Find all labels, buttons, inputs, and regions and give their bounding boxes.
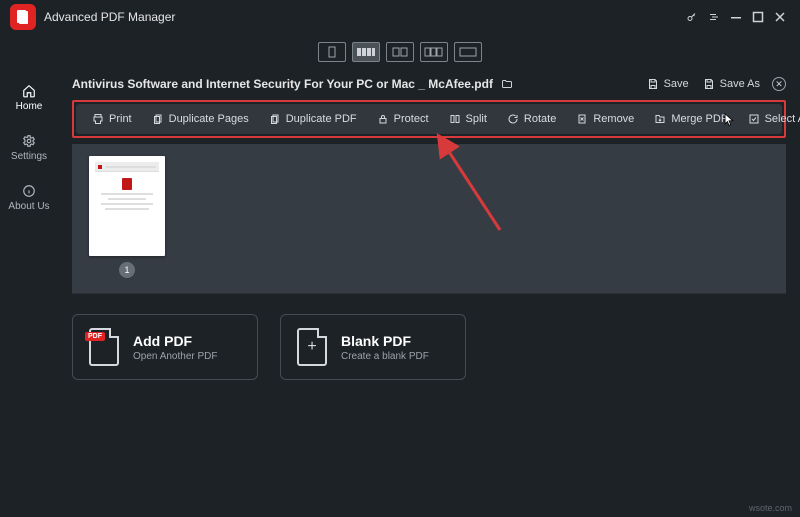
add-pdf-icon: PDF [89,328,119,366]
close-file-button[interactable]: ✕ [772,77,786,91]
toolbar-protect-label: Protect [394,113,429,125]
info-icon [22,184,36,198]
sidebar-label-settings: Settings [11,151,47,162]
toolbar-duplicate-pdf[interactable]: Duplicate PDF [261,110,365,128]
thumb-header [95,162,159,172]
toolbar: Print Duplicate Pages Duplicate PDF Prot… [76,104,782,134]
sidebar-label-home: Home [16,101,43,112]
add-pdf-text: Add PDF Open Another PDF [133,333,218,362]
thumb-body [95,172,159,250]
key-icon[interactable] [686,11,698,23]
app-logo [10,4,36,30]
blank-pdf-title: Blank PDF [341,333,429,349]
view-mode-bar [0,34,800,70]
home-icon [22,84,36,98]
toolbar-print[interactable]: Print [84,110,140,128]
sidebar: Home Settings About Us [0,70,58,517]
toolbar-highlight: Print Duplicate Pages Duplicate PDF Prot… [72,100,786,138]
save-icon [647,78,659,90]
toolbar-duplicate-pages-label: Duplicate Pages [169,113,249,125]
window-controls [686,11,800,23]
toolbar-duplicate-pages[interactable]: Duplicate Pages [144,110,257,128]
sidebar-label-about: About Us [8,201,49,212]
app-window: Advanced PDF Manager [0,0,800,517]
main-content: Antivirus Software and Internet Security… [58,70,800,517]
sidebar-item-settings[interactable]: Settings [0,128,58,168]
toolbar-protect[interactable]: Protect [369,110,437,128]
view-mode-thumbs[interactable] [352,42,380,62]
watermark: wsote.com [749,503,792,513]
save-as-icon [703,78,715,90]
maximize-icon[interactable] [752,11,764,23]
duplicate-pdf-icon [269,113,281,125]
toolbar-rotate-label: Rotate [524,113,556,125]
blank-pdf-subtitle: Create a blank PDF [341,351,429,362]
add-pdf-subtitle: Open Another PDF [133,351,218,362]
toolbar-merge-pdf[interactable]: Merge PDF [646,110,735,128]
minimize-icon[interactable] [730,11,742,23]
toolbar-split-label: Split [466,113,487,125]
add-pdf-card[interactable]: PDF Add PDF Open Another PDF [72,314,258,380]
page-number-badge: 1 [119,262,135,278]
save-as-label: Save As [720,78,760,90]
toolbar-duplicate-pdf-label: Duplicate PDF [286,113,357,125]
app-title: Advanced PDF Manager [44,10,175,24]
view-mode-wide[interactable] [454,42,482,62]
sidebar-item-about[interactable]: About Us [0,178,58,218]
toolbar-select-all-label: Select All [765,113,800,125]
toolbar-remove[interactable]: Remove [568,110,642,128]
save-as-button[interactable]: Save As [703,78,760,90]
gear-icon [22,134,36,148]
save-label: Save [664,78,689,90]
merge-icon [654,113,666,125]
duplicate-pages-icon [152,113,164,125]
toolbar-rotate[interactable]: Rotate [499,110,564,128]
mouse-cursor [724,113,734,127]
blank-pdf-icon: + [297,328,327,366]
toolbar-merge-label: Merge PDF [671,113,727,125]
folder-icon[interactable] [501,78,513,90]
sidebar-item-home[interactable]: Home [0,78,58,118]
close-icon[interactable] [774,11,786,23]
file-name: Antivirus Software and Internet Security… [72,77,493,91]
settings-lines-icon[interactable] [708,11,720,23]
view-mode-2up[interactable] [386,42,414,62]
add-pdf-title: Add PDF [133,333,218,349]
app-body: Home Settings About Us Antivirus Softwar… [0,70,800,517]
page-thumbnail-slot: 1 [84,156,170,281]
remove-icon [576,113,588,125]
rotate-icon [507,113,519,125]
split-icon [449,113,461,125]
blank-pdf-text: Blank PDF Create a blank PDF [341,333,429,362]
blank-pdf-card[interactable]: + Blank PDF Create a blank PDF [280,314,466,380]
view-mode-single[interactable] [318,42,346,62]
toolbar-select-all[interactable]: Select All [740,110,800,128]
page-thumbnails-panel: 1 [72,144,786,294]
action-cards: PDF Add PDF Open Another PDF + Blank PDF… [72,314,786,380]
lock-icon [377,113,389,125]
file-header: Antivirus Software and Internet Security… [72,70,786,98]
select-all-icon [748,113,760,125]
print-icon [92,113,104,125]
toolbar-print-label: Print [109,113,132,125]
save-button[interactable]: Save [647,78,689,90]
page-thumbnail[interactable] [89,156,165,256]
toolbar-split[interactable]: Split [441,110,495,128]
toolbar-remove-label: Remove [593,113,634,125]
titlebar: Advanced PDF Manager [0,0,800,34]
view-mode-3up[interactable] [420,42,448,62]
mcafee-shield-icon [122,178,132,190]
app-logo-icon [16,9,30,25]
